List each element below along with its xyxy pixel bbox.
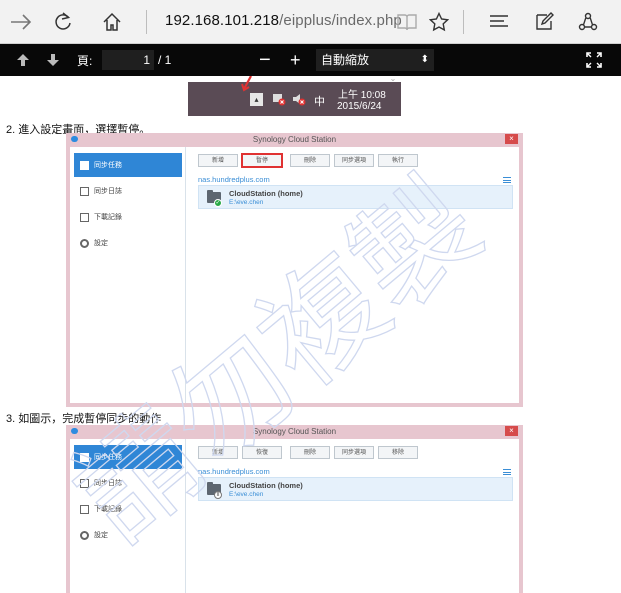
hub-icon[interactable] [484, 7, 514, 37]
zoom-in-button[interactable]: + [290, 44, 301, 76]
delete-button[interactable]: 刪除 [290, 446, 330, 459]
zoom-select[interactable]: 自動縮放 ⬍ [316, 49, 434, 71]
next-page-icon[interactable] [46, 44, 60, 76]
log-icon [80, 186, 89, 196]
cloud-station-window-1: Synology Cloud Station × 同步任務 同步日誌 下載記錄 [66, 133, 523, 407]
sidebar-item-label: 設定 [94, 532, 108, 539]
sidebar-item-download-log[interactable]: 下載記錄 [74, 205, 182, 229]
window-title: Synology Cloud Station [252, 135, 337, 144]
server-address: nas.hundredplus.com [198, 175, 270, 184]
sidebar-item-download-log[interactable]: 下載記錄 [74, 497, 182, 521]
pdf-document: ▴ 中 上午 10:08 2015/6/24 ⌄ 2. 進入設定畫面，選擇暫停。… [0, 76, 621, 593]
previous-page-icon[interactable] [16, 44, 30, 76]
paused-icon: II [214, 491, 222, 499]
fullscreen-icon[interactable] [586, 44, 602, 76]
new-button[interactable]: 新增 [198, 446, 238, 459]
pdf-toolbar: 頁: 1 / 1 − + 自動縮放 ⬍ [0, 44, 621, 76]
sidebar-item-sync-tasks[interactable]: 同步任務 [74, 445, 182, 469]
window-body: 同步任務 同步日誌 下載記錄 設定 新增 恢復 刪除 同步選項 移除 nas.h… [70, 439, 519, 593]
sidebar-item-settings[interactable]: 設定 [74, 523, 182, 547]
sidebar-item-label: 同步日誌 [94, 480, 122, 487]
pause-button[interactable]: 暫停 [242, 154, 282, 167]
sidebar-item-sync-tasks[interactable]: 同步任務 [74, 153, 182, 177]
task-name: CloudStation (home) [229, 189, 303, 198]
share-icon[interactable] [573, 7, 603, 37]
sync-options-button[interactable]: 同步選項 [334, 154, 374, 167]
step-3-text: 3. 如圖示，完成暫停同步的動作 [6, 413, 162, 425]
ime-indicator: 中 [314, 96, 325, 108]
sidebar-item-label: 同步日誌 [94, 188, 122, 195]
sidebar-item-label: 下載記錄 [94, 214, 122, 221]
tray-expand-icon: ▴ [250, 93, 263, 106]
page-number-input[interactable]: 1 [102, 50, 154, 70]
sync-task-row[interactable]: ✓ CloudStation (home) E:\eve.chen [198, 185, 513, 209]
sidebar-item-label: 同步任務 [94, 454, 122, 461]
delete-button[interactable]: 刪除 [290, 154, 330, 167]
sync-task-row[interactable]: II CloudStation (home) E:\eve.chen [198, 477, 513, 501]
reading-view-icon[interactable] [392, 7, 422, 37]
sync-list-icon [80, 452, 89, 462]
clock-time: 上午 10:08 [338, 90, 386, 101]
list-view-icon[interactable] [503, 177, 511, 183]
list-view-icon[interactable] [503, 469, 511, 475]
separator [463, 10, 464, 34]
server-address: nas.hundredplus.com [198, 467, 270, 476]
home-icon[interactable] [97, 7, 127, 37]
sidebar-item-sync-log[interactable]: 同步日誌 [74, 179, 182, 203]
browser-bar: 192.168.101.218/eipplus/index.php [0, 0, 621, 44]
zoom-out-button[interactable]: − [259, 44, 271, 76]
new-button[interactable]: 新增 [198, 154, 238, 167]
window-title: Synology Cloud Station [252, 427, 337, 436]
log-icon [80, 478, 89, 488]
network-warning-icon [273, 94, 286, 106]
sidebar-item-sync-log[interactable]: 同步日誌 [74, 471, 182, 495]
download-icon [80, 212, 89, 222]
separator [146, 10, 147, 34]
address-host: 192.168.101.218 [165, 12, 280, 29]
remove-button[interactable]: 移除 [378, 446, 418, 459]
task-name: CloudStation (home) [229, 481, 303, 490]
address-path: /eipplus/index.php [279, 12, 402, 29]
sync-options-button[interactable]: 同步選項 [334, 446, 374, 459]
resume-button[interactable]: 恢復 [242, 446, 282, 459]
sync-list-icon [80, 160, 89, 170]
clock-date: 2015/6/24 [337, 101, 382, 112]
address-bar[interactable]: 192.168.101.218/eipplus/index.php [165, 12, 402, 29]
sidebar: 同步任務 同步日誌 下載記錄 設定 [70, 439, 186, 593]
zoom-value: 自動縮放 [321, 53, 370, 67]
favorite-star-icon[interactable] [424, 7, 454, 37]
sidebar-item-settings[interactable]: 設定 [74, 231, 182, 255]
window-body: 同步任務 同步日誌 下載記錄 設定 新增 暫停 刪除 同步選項 執行 nas.h… [70, 147, 519, 403]
run-button[interactable]: 執行 [378, 154, 418, 167]
sidebar-item-label: 下載記錄 [94, 506, 122, 513]
red-arrow-icon [241, 76, 252, 92]
taskbar-screenshot: ▴ 中 上午 10:08 2015/6/24 [188, 76, 401, 116]
sidebar: 同步任務 同步日誌 下載記錄 設定 [70, 147, 186, 403]
forward-icon[interactable] [6, 7, 36, 37]
close-button[interactable]: × [505, 134, 518, 144]
sidebar-item-label: 設定 [94, 240, 108, 247]
task-path: E:\eve.chen [229, 199, 264, 206]
gear-icon [80, 238, 89, 248]
volume-muted-icon [293, 94, 306, 106]
page-label: 頁: [77, 53, 93, 68]
web-note-icon[interactable] [529, 7, 559, 37]
select-arrows-icon: ⬍ [420, 54, 429, 65]
synced-check-icon: ✓ [214, 199, 222, 207]
sidebar-item-label: 同步任務 [94, 162, 122, 169]
refresh-icon[interactable] [48, 7, 78, 37]
dropdown-fragment-icon: ⌄ [389, 76, 397, 83]
gear-icon [80, 530, 89, 540]
task-path: E:\eve.chen [229, 491, 264, 498]
download-icon [80, 504, 89, 514]
close-button[interactable]: × [505, 426, 518, 436]
cloud-station-window-2: Synology Cloud Station × 同步任務 同步日誌 下載記錄 [66, 425, 523, 593]
page-total: / 1 [158, 53, 172, 67]
